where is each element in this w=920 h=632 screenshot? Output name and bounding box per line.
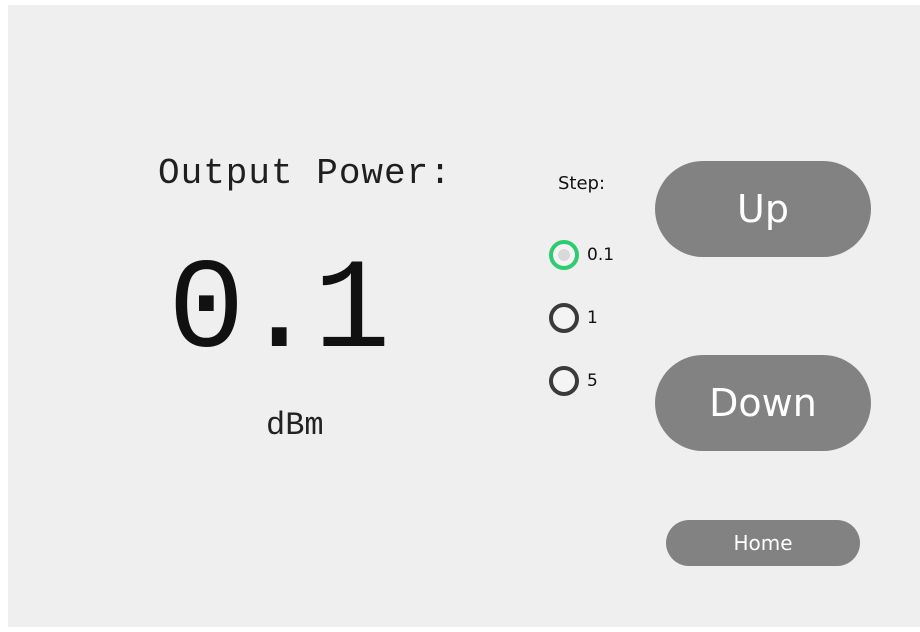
step-option-5[interactable]: 5 [549,366,598,396]
step-label: Step: [558,173,606,194]
step-option-1[interactable]: 1 [549,303,598,333]
up-button[interactable]: Up [655,161,871,257]
home-button[interactable]: Home [666,520,860,566]
step-radio-1[interactable] [549,303,579,333]
output-power-label: Output Power: [158,153,452,194]
step-option-label: 1 [587,308,598,328]
output-power-value: 0.1 [168,240,390,385]
power-control-screen: Output Power: 0.1 dBm Step: 0.1 1 5 Up D… [8,5,920,627]
step-radio-5[interactable] [549,366,579,396]
step-option-label: 5 [587,371,598,391]
step-radio-0-1[interactable] [549,240,579,270]
down-button[interactable]: Down [655,355,871,451]
output-power-unit: dBm [266,407,324,444]
step-option-label: 0.1 [587,245,615,265]
step-option-0-1[interactable]: 0.1 [549,240,614,270]
